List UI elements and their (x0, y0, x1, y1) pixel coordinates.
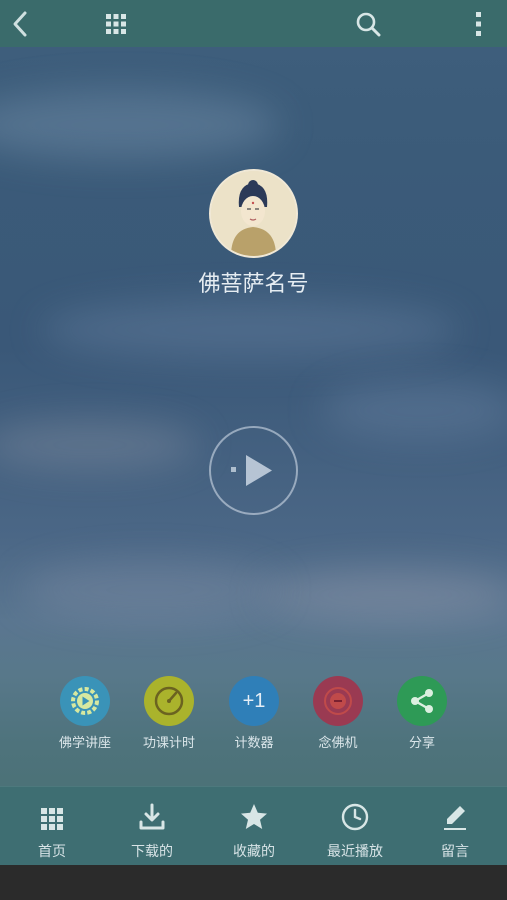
nav-item-downloads[interactable]: 下载的 (102, 787, 202, 865)
download-icon (102, 787, 202, 833)
shortcut-chanting-machine[interactable]: 念佛机 (296, 676, 380, 751)
background-cloud (40, 300, 460, 360)
star-icon (204, 787, 304, 833)
search-icon[interactable] (352, 0, 384, 47)
background-cloud (0, 420, 200, 470)
nav-item-favorites[interactable]: 收藏的 (204, 787, 304, 865)
nav-label: 下载的 (131, 844, 173, 860)
background-cloud (320, 380, 507, 440)
app-screen: 佛菩萨名号 佛学讲座 功课计时 +1 计数器 念佛机 分享 首页 下载的 收藏的… (0, 0, 507, 865)
gear-play-icon (60, 676, 110, 726)
page-title: 佛菩萨名号 (198, 272, 309, 297)
system-nav-strip (0, 865, 507, 900)
back-arrow-icon[interactable] (2, 0, 38, 47)
shortcut-label: 功课计时 (142, 736, 195, 751)
gauge-icon (144, 676, 194, 726)
shortcut-share[interactable]: 分享 (380, 676, 464, 751)
buddha-avatar (209, 169, 298, 258)
play-button[interactable] (209, 426, 298, 515)
plus-one-icon: +1 (229, 676, 279, 726)
background-cloud (0, 90, 280, 160)
nav-item-messages[interactable]: 留言 (405, 787, 505, 865)
share-icon (397, 676, 447, 726)
nav-label: 首页 (38, 844, 66, 860)
shortcut-timer[interactable]: 功课计时 (127, 676, 211, 751)
more-vertical-icon[interactable] (466, 0, 492, 47)
nav-item-home[interactable]: 首页 (2, 787, 102, 865)
nav-label: 收藏的 (233, 844, 275, 860)
shortcut-label: 念佛机 (318, 736, 358, 751)
shortcut-row: 佛学讲座 功课计时 +1 计数器 念佛机 分享 (0, 676, 507, 756)
play-icon (231, 455, 272, 486)
bottom-navigation: 首页 下载的 收藏的 最近播放 留言 (0, 786, 507, 865)
background-cloud (260, 570, 507, 620)
nav-label: 最近播放 (327, 844, 383, 860)
shortcut-label: 分享 (408, 736, 435, 751)
nav-item-recent[interactable]: 最近播放 (305, 787, 405, 865)
shortcut-lectures[interactable]: 佛学讲座 (43, 676, 127, 751)
record-icon (313, 676, 363, 726)
background-cloud (20, 560, 280, 620)
top-app-bar (0, 0, 507, 47)
shortcut-counter[interactable]: +1 计数器 (212, 676, 296, 751)
clock-icon (305, 787, 405, 833)
grid-icon[interactable] (100, 0, 132, 47)
pencil-icon (405, 787, 505, 833)
grid-icon (2, 787, 102, 833)
counter-glyph: +1 (242, 689, 266, 712)
shortcut-label: 佛学讲座 (58, 736, 111, 751)
shortcut-label: 计数器 (234, 736, 274, 751)
nav-label: 留言 (441, 844, 469, 860)
